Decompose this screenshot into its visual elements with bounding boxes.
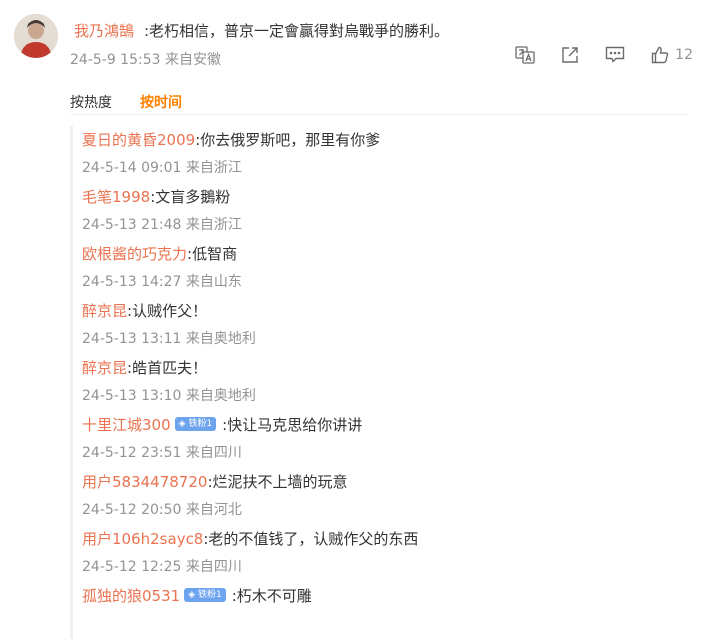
translate-icon: [515, 46, 535, 64]
reply-item: 醉京昆:皓首匹夫！ 24-5-13 13:10 来自奥地利: [82, 354, 712, 411]
sort-by-heat-tab[interactable]: 按热度: [70, 92, 112, 112]
post-location: 来自安徽: [164, 52, 221, 68]
reply-meta: 24-5-12 23:51 来自四川: [82, 439, 712, 467]
reply-author[interactable]: 孤独的狼0531: [82, 587, 180, 605]
reply-item: 毛笔1998:文盲多鵝粉 24-5-13 21:48 来自浙江: [82, 183, 712, 240]
reply-item: 孤独的狼0531 ◈ 铁粉1 :朽木不可雕: [82, 582, 712, 639]
fan-badge-label: 铁粉1: [197, 590, 222, 600]
reply-location: 来自奥地利: [185, 388, 256, 404]
reply-location: 来自河北: [185, 502, 242, 518]
fan-badge: ◈ 铁粉1: [174, 417, 217, 431]
reply-author[interactable]: 醉京昆: [82, 359, 127, 377]
sort-by-time-tab[interactable]: 按时间: [140, 92, 182, 112]
reply-location: 来自山东: [185, 274, 242, 290]
reply-time: 24-5-13 21:48: [82, 217, 182, 233]
reply-item: 欧根酱的巧克力:低智商 24-5-13 14:27 来自山东: [82, 240, 712, 297]
reply-item: 十里江城300 ◈ 铁粉1 :快让马克思给你讲讲 24-5-12 23:51 来自四…: [82, 411, 712, 468]
reply-text: :快让马克思给你讲讲: [222, 416, 363, 434]
like-icon: [651, 46, 669, 64]
reply-author[interactable]: 十里江城300: [82, 416, 171, 434]
post-time: 24-5-9 15:53: [70, 52, 161, 68]
reply-item: 用户5834478720:烂泥扶不上墙的玩意 24-5-12 20:50 来自河…: [82, 468, 712, 525]
reply-list: 夏日的黄昏2009:你去俄罗斯吧，那里有你爹 24-5-14 09:01 来自浙…: [70, 126, 712, 639]
reply-text: :朽木不可雕: [231, 587, 312, 605]
reply-item: 用户106h2sayc8:老的不值钱了，认贼作父的东西 24-5-12 12:2…: [82, 525, 712, 582]
reply-item: 夏日的黄昏2009:你去俄罗斯吧，那里有你爹 24-5-14 09:01 来自浙…: [82, 126, 712, 183]
reply-meta: 24-5-12 12:25 来自四川: [82, 553, 712, 581]
reply-text: :你去俄罗斯吧，那里有你爹: [195, 131, 381, 149]
reply-author[interactable]: 用户106h2sayc8: [82, 530, 203, 548]
reply-author[interactable]: 醉京昆: [82, 302, 127, 320]
reply-location: 来自四川: [185, 445, 242, 461]
reply-meta: 24-5-13 21:48 来自浙江: [82, 211, 712, 239]
fan-badge-label: 铁粉1: [188, 419, 213, 429]
comment-button[interactable]: [605, 46, 625, 64]
reply-meta: 24-5-13 13:11 来自奥地利: [82, 325, 712, 353]
reply-meta: 24-5-12 20:50 来自河北: [82, 496, 712, 524]
reply-location: 来自奥地利: [185, 331, 256, 347]
reply-time: 24-5-13 14:27: [82, 274, 182, 290]
reply-time: 24-5-12 12:25: [82, 559, 182, 575]
reply-author[interactable]: 用户5834478720: [82, 473, 207, 491]
translate-button[interactable]: [515, 46, 535, 64]
reply-item: 醉京昆:认贼作父！ 24-5-13 13:11 来自奥地利: [82, 297, 712, 354]
reply-meta: 24-5-13 13:10 来自奥地利: [82, 382, 712, 410]
reply-time: 24-5-12 23:51: [82, 445, 182, 461]
post-text: :老朽相信，普京一定會贏得對烏戰爭的勝利。: [144, 22, 450, 40]
reply-text: :低智商: [187, 245, 238, 263]
reply-location: 来自浙江: [185, 160, 242, 176]
post-author[interactable]: 我乃鴻鵠: [74, 20, 134, 41]
post-meta: 24-5-9 15:53 来自安徽: [70, 49, 221, 69]
reply-text: :认贼作父！: [127, 302, 208, 320]
avatar[interactable]: [14, 14, 58, 58]
reply-text: :文盲多鵝粉: [150, 188, 231, 206]
sort-bar: 按热度 按时间: [70, 92, 688, 115]
reply-text: :老的不值钱了，认贼作父的东西: [203, 530, 419, 548]
reply-meta: 24-5-14 09:01 来自浙江: [82, 154, 712, 182]
reply-author[interactable]: 毛笔1998: [82, 188, 150, 206]
reply-time: 24-5-13 13:11: [82, 331, 182, 347]
reply-time: 24-5-13 13:10: [82, 388, 182, 404]
like-button[interactable]: 12: [651, 46, 693, 64]
reply-time: 24-5-14 09:01: [82, 160, 182, 176]
fan-badge: ◈ 铁粉1: [184, 588, 226, 602]
comment-icon: [605, 46, 625, 63]
post-actions: 12: [489, 46, 693, 64]
reply-author[interactable]: 欧根酱的巧克力: [82, 245, 187, 263]
share-icon: [562, 47, 578, 63]
reply-time: 24-5-12 20:50: [82, 502, 182, 518]
reply-location: 来自浙江: [185, 217, 242, 233]
like-count: 12: [675, 47, 693, 63]
share-button[interactable]: [561, 46, 579, 64]
reply-text: :皓首匹夫！: [127, 359, 208, 377]
reply-text: :烂泥扶不上墙的玩意: [207, 473, 348, 491]
reply-meta: 24-5-13 14:27 来自山东: [82, 268, 712, 296]
reply-location: 来自四川: [185, 559, 242, 575]
reply-author[interactable]: 夏日的黄昏2009: [82, 131, 195, 149]
